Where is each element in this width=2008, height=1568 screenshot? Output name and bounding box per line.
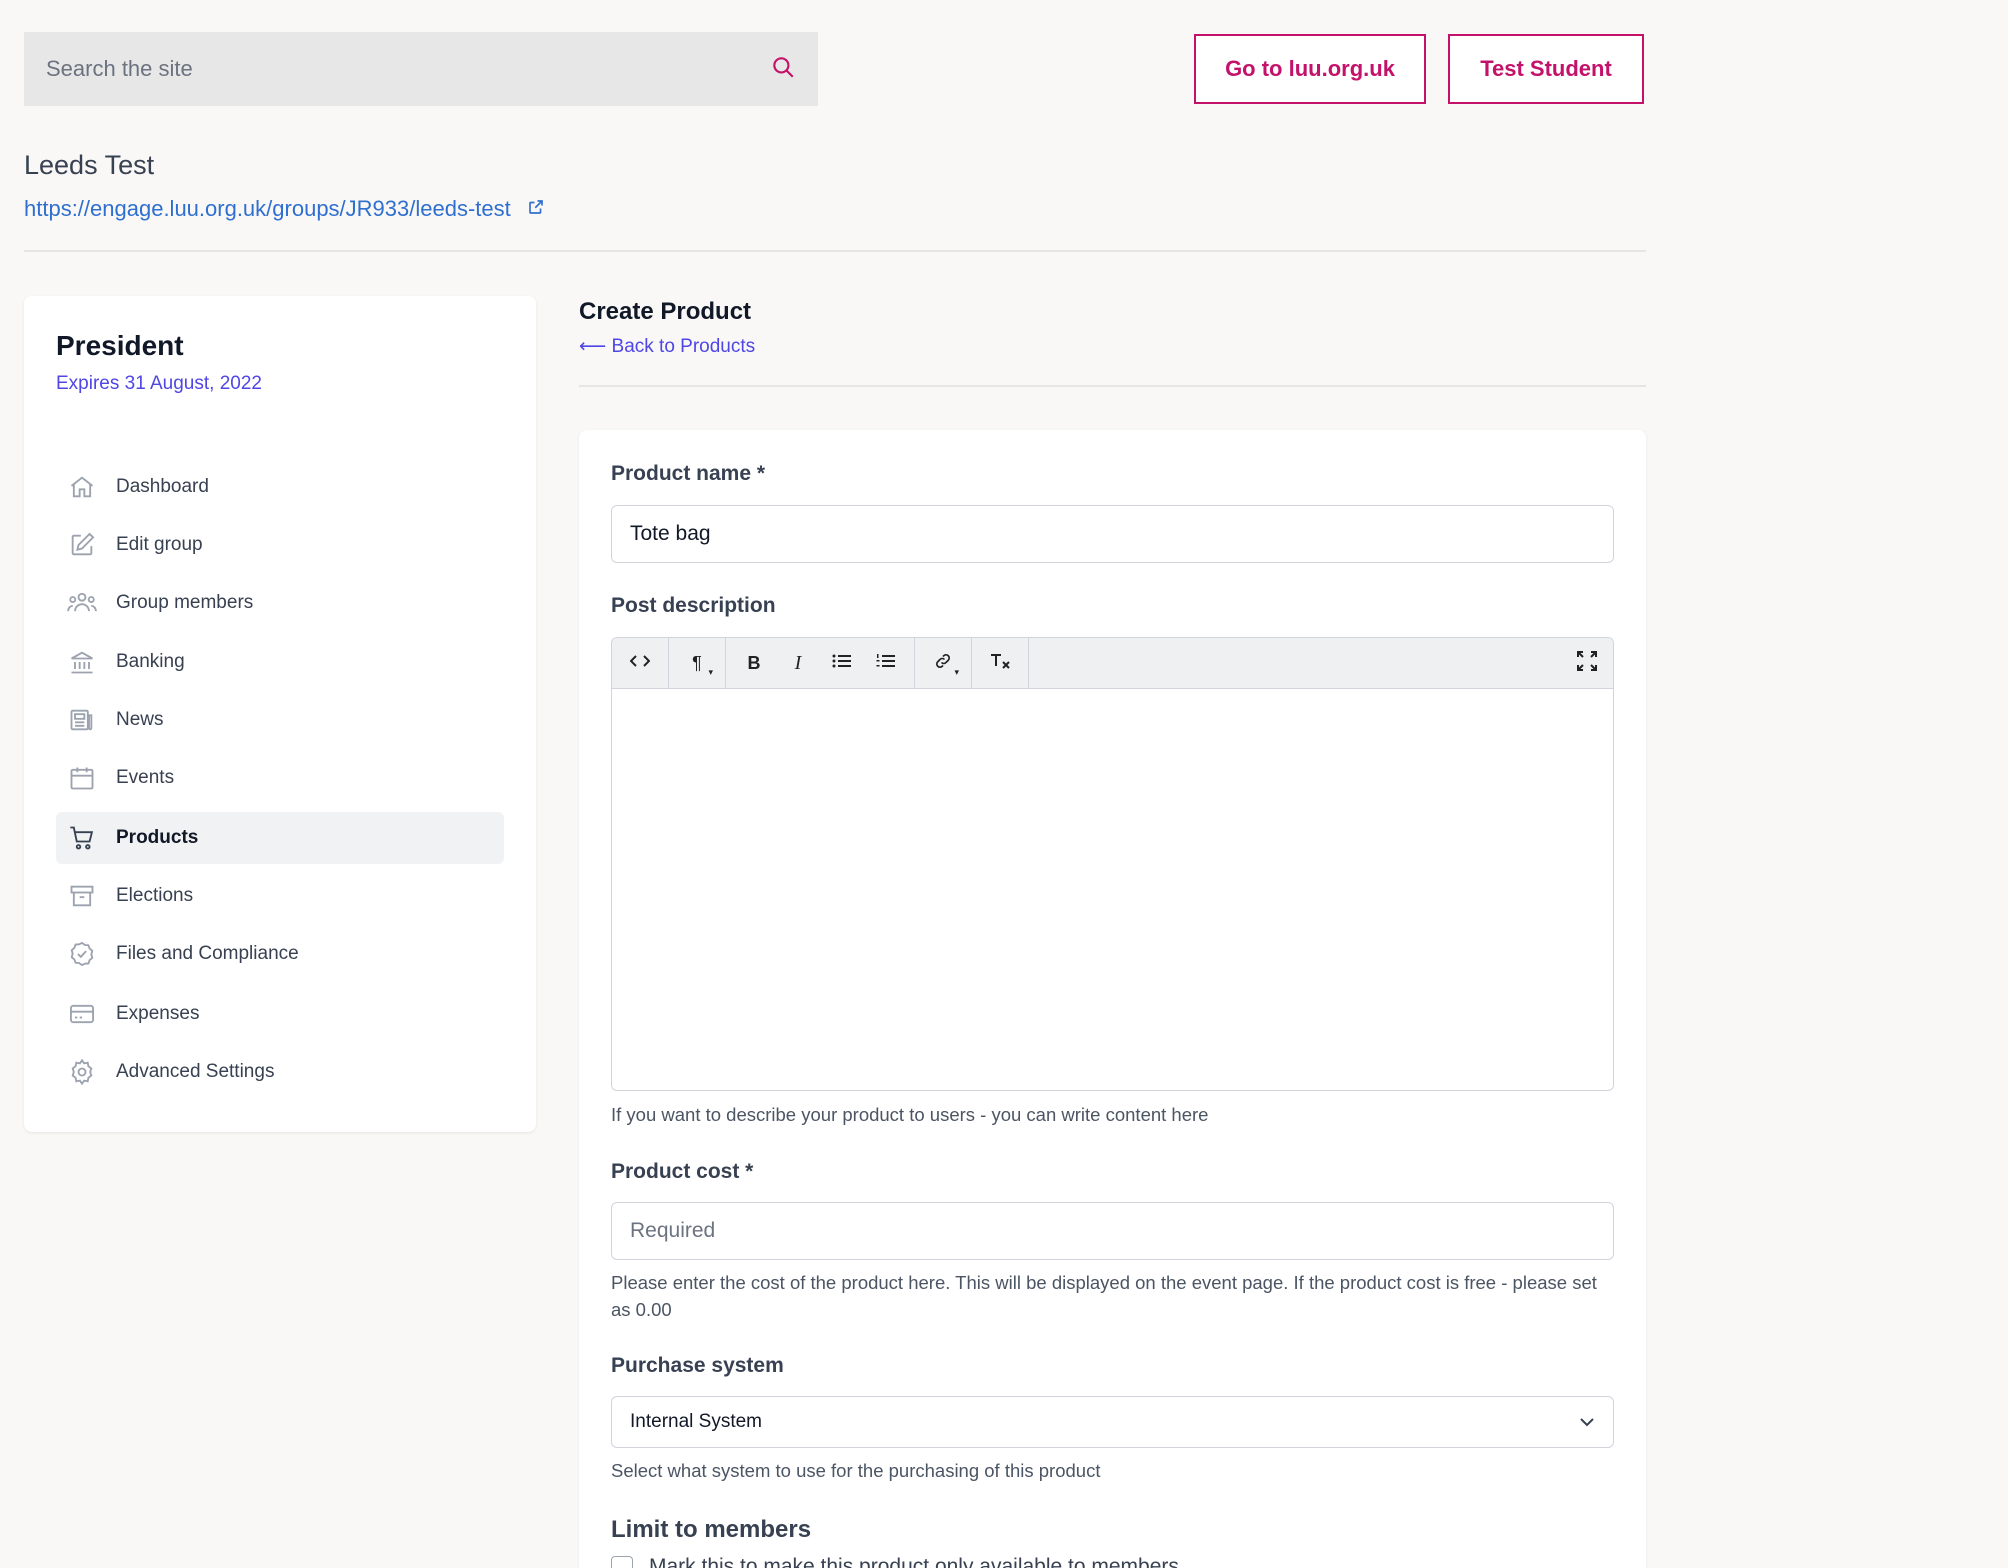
bullet-list-button[interactable] (820, 638, 864, 688)
editor-content-area[interactable] (612, 689, 1613, 1089)
sidebar-item-group-members[interactable]: Group members (56, 577, 504, 629)
cart-icon (66, 822, 98, 854)
bullet-list-icon (832, 653, 852, 674)
sidebar-item-expenses[interactable]: Expenses (56, 988, 504, 1040)
bold-icon: B (747, 652, 761, 673)
fullscreen-button[interactable] (1577, 638, 1597, 688)
numbered-list-button[interactable] (864, 638, 908, 688)
limit-to-members-checkbox-label: Mark this to make this product only avai… (649, 1555, 1179, 1568)
product-cost-input[interactable] (611, 1202, 1614, 1260)
sidebar-item-elections[interactable]: Elections (56, 870, 504, 922)
page-title: Create Product (579, 298, 752, 325)
limit-to-members-row: Mark this to make this product only avai… (611, 1555, 1179, 1568)
user-button[interactable]: Test Student (1448, 34, 1644, 104)
limit-to-members-checkbox[interactable] (611, 1556, 633, 1568)
code-view-button[interactable] (618, 638, 662, 688)
sidebar-item-label: Files and Compliance (116, 943, 299, 964)
newspaper-icon (66, 704, 98, 736)
header-divider (24, 250, 1646, 252)
toolbar-group-clear (972, 638, 1029, 688)
purchase-system-select[interactable]: Internal System (611, 1396, 1614, 1448)
sidebar-item-products[interactable]: Products (56, 812, 504, 864)
sidebar-item-files-compliance[interactable]: Files and Compliance (56, 928, 504, 980)
description-help-text: If you want to describe your product to … (611, 1104, 1209, 1125)
badge-check-icon (66, 938, 98, 970)
sidebar-item-events[interactable]: Events (56, 752, 504, 804)
group-url-link[interactable]: https://engage.luu.org.uk/groups/JR933/l… (24, 196, 545, 222)
description-label: Post description (611, 594, 776, 617)
sidebar-item-label: Banking (116, 651, 185, 672)
italic-button[interactable]: I (776, 638, 820, 688)
sidebar-item-advanced-settings[interactable]: Advanced Settings (56, 1046, 504, 1098)
sidebar-item-label: Advanced Settings (116, 1061, 275, 1082)
back-to-products-link[interactable]: ⟵ Back to Products (579, 335, 755, 358)
numbered-list-icon (876, 653, 896, 674)
users-icon (66, 587, 98, 619)
sidebar-item-label: Expenses (116, 1003, 200, 1024)
limit-to-members-heading: Limit to members (611, 1516, 812, 1543)
search-input[interactable] (46, 56, 746, 82)
chevron-down-icon (1579, 1411, 1595, 1433)
purchase-system-value: Internal System (630, 1411, 762, 1432)
group-title: Leeds Test (24, 150, 155, 180)
clear-format-icon (989, 652, 1011, 675)
bank-icon (66, 646, 98, 678)
search-icon[interactable] (770, 54, 796, 85)
main-divider (579, 385, 1646, 387)
italic-icon: I (794, 651, 802, 674)
sidebar-item-label: Events (116, 767, 175, 788)
editor-toolbar: ¶ ▾ B I ▾ (612, 638, 1613, 689)
go-to-luu-button[interactable]: Go to luu.org.uk (1194, 34, 1426, 104)
product-name-label: Product name * (611, 462, 766, 485)
group-url-text[interactable]: https://engage.luu.org.uk/groups/JR933/l… (24, 196, 511, 222)
sidebar-expiry: Expires 31 August, 2022 (56, 373, 262, 394)
fullscreen-icon (1577, 650, 1597, 676)
sidebar-item-banking[interactable]: Banking (56, 636, 504, 688)
caret-down-icon: ▾ (708, 667, 713, 677)
calendar-icon (66, 762, 98, 794)
toolbar-group-link: ▾ (915, 638, 972, 688)
toolbar-group-format: B I (726, 638, 915, 688)
home-icon (66, 471, 98, 503)
sidebar-item-edit-group[interactable]: Edit group (56, 519, 504, 571)
link-icon (934, 652, 952, 675)
purchase-system-label: Purchase system (611, 1354, 784, 1377)
caret-down-icon: ▾ (954, 667, 959, 677)
archive-icon (66, 880, 98, 912)
credit-card-icon (66, 998, 98, 1030)
gear-icon (66, 1056, 98, 1088)
paragraph-format-button[interactable]: ¶ ▾ (675, 638, 719, 688)
sidebar-item-label: Group members (116, 592, 254, 613)
sidebar-item-dashboard[interactable]: Dashboard (56, 461, 504, 513)
code-icon (629, 653, 651, 674)
edit-icon (66, 529, 98, 561)
insert-link-button[interactable]: ▾ (921, 638, 965, 688)
sidebar-item-label: Edit group (116, 534, 203, 555)
toolbar-group-paragraph: ¶ ▾ (669, 638, 726, 688)
clear-formatting-button[interactable] (978, 638, 1022, 688)
sidebar-item-label: Elections (116, 885, 194, 906)
sidebar-item-label: Dashboard (116, 476, 209, 497)
external-link-icon[interactable] (527, 196, 545, 222)
sidebar-item-label: Products (116, 827, 199, 848)
sidebar-item-news[interactable]: News (56, 694, 504, 746)
product-name-input[interactable] (611, 505, 1614, 563)
description-editor: ¶ ▾ B I ▾ (611, 637, 1614, 1091)
sidebar-role: President (56, 330, 184, 361)
product-cost-label: Product cost * (611, 1160, 754, 1183)
search-bar (24, 32, 818, 106)
bold-button[interactable]: B (732, 638, 776, 688)
product-cost-help-text: Please enter the cost of the product her… (611, 1272, 1597, 1320)
toolbar-group-code (612, 638, 669, 688)
sidebar-item-label: News (116, 709, 164, 730)
paragraph-icon: ¶ (692, 652, 702, 673)
purchase-system-help-text: Select what system to use for the purcha… (611, 1460, 1101, 1481)
